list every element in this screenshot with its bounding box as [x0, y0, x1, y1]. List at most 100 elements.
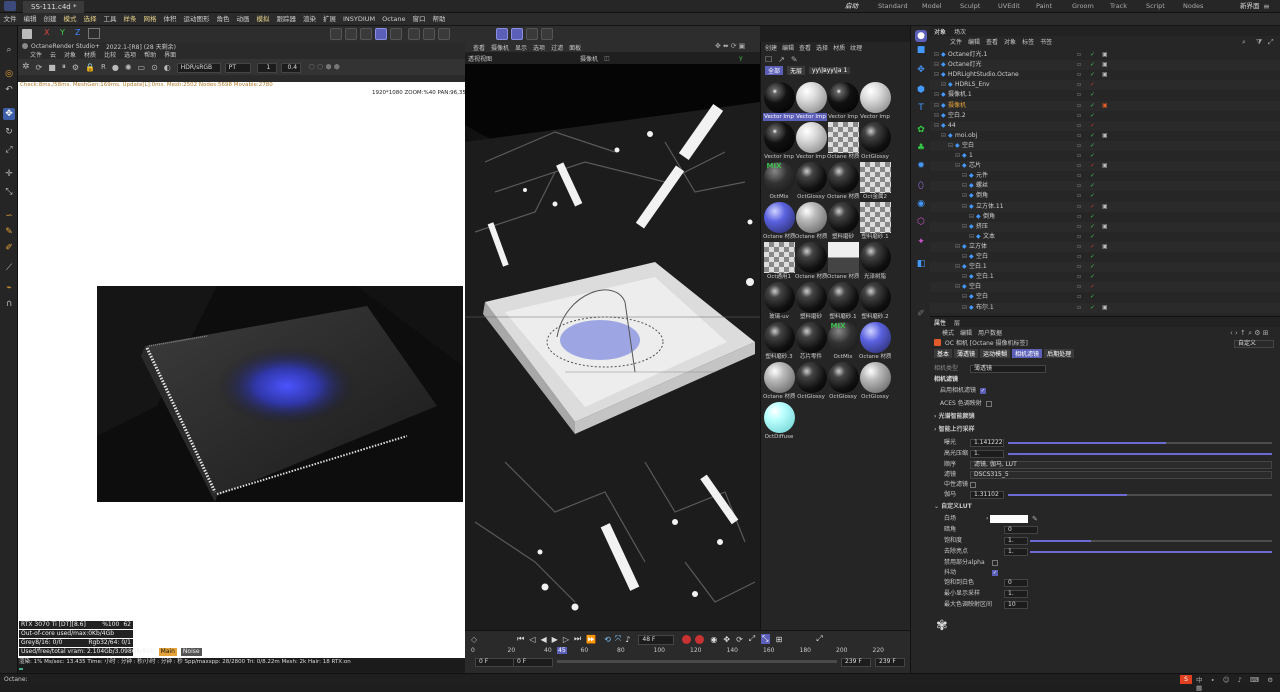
object-menu-item[interactable]: 文件 — [950, 37, 962, 46]
object-tab[interactable]: 场次 — [954, 27, 966, 36]
extra-tools-icon[interactable]: ⬡ ⬡ ⬢ ⬢ — [309, 63, 340, 71]
attribute-tab[interactable]: 层 — [954, 318, 960, 327]
object-row[interactable]: ⊟ ◆ 立方体 ▫ ✓ ▣ — [930, 241, 1280, 252]
enable-check-icon[interactable]: ✓ — [1090, 202, 1095, 212]
object-menu-item[interactable]: 书签 — [1040, 37, 1052, 46]
viewport-menu-item[interactable]: 显示 — [515, 43, 527, 52]
layout-menu-icon[interactable]: ≡ — [1263, 2, 1270, 11]
expand-icon[interactable]: ⊟ — [969, 232, 974, 242]
preset-select[interactable]: 自定义 — [1234, 339, 1274, 348]
attribute-subtab[interactable]: 后期处理 — [1044, 349, 1075, 358]
menu-item[interactable]: 创建 — [40, 13, 60, 26]
timeline-ruler[interactable]: 0 20 40 60 80 100 120 140 160 180 200 220 45 — [465, 647, 910, 657]
autokey-icon[interactable] — [695, 634, 705, 644]
layout-tab[interactable]: Standard — [878, 0, 908, 13]
enable-check-icon[interactable]: ✓ — [1090, 171, 1095, 181]
material-swatch[interactable]: 塑料磨砂 — [827, 202, 859, 242]
visibility-dots[interactable]: ▫ — [1077, 111, 1081, 121]
pen-tool-icon[interactable]: ✐ — [915, 308, 927, 320]
pointer-icon[interactable]: ↗ — [778, 55, 785, 64]
max-tonemap-field[interactable]: 10 — [1004, 601, 1028, 609]
live-select-icon[interactable]: ◎ — [3, 68, 15, 80]
octane-menu-item[interactable]: 文件 — [30, 50, 42, 59]
brush-icon[interactable]: ✎ — [3, 226, 15, 238]
visibility-dots[interactable]: ▫ — [1077, 131, 1081, 141]
enable-check-icon[interactable]: ✓ — [1090, 131, 1095, 141]
go-end-icon[interactable]: ⏩ — [586, 635, 596, 644]
view-nav-icons[interactable]: ✥⬌⟳▣ — [715, 42, 747, 50]
expand-icon[interactable]: ⊟ — [934, 70, 939, 80]
object-row[interactable]: ⊟ ◆ HDRLightStudio.Octane ▫ ✓ ▣ — [930, 70, 1280, 80]
material-swatch[interactable]: Octane 材质 — [795, 242, 827, 282]
gear-tool-icon[interactable]: ✹ — [915, 160, 927, 172]
render-picture-icon[interactable] — [360, 28, 372, 40]
symmetry-icon[interactable] — [541, 28, 553, 40]
menu-item[interactable]: 样条 — [120, 13, 140, 26]
pla-key-icon[interactable]: ⊞ — [776, 635, 783, 644]
material-swatch[interactable]: OctGlossy — [795, 162, 827, 202]
group-row-1[interactable]: › 光谱智能颜镜 — [934, 412, 1274, 422]
material-menu-item[interactable]: 查看 — [799, 43, 811, 52]
knife-icon[interactable]: ∽ — [3, 210, 15, 222]
expand-icon[interactable]: ⊟ — [948, 141, 953, 151]
menu-item[interactable]: 编辑 — [20, 13, 40, 26]
menu-item[interactable]: 运动图形 — [180, 13, 213, 26]
camera-icon[interactable]: ◫ — [604, 55, 610, 62]
cube-primitive-icon[interactable]: ■ — [915, 44, 927, 56]
tag-icon[interactable]: ▣ — [1102, 242, 1108, 252]
visibility-dots[interactable]: ▫ — [1077, 303, 1081, 313]
saturation-field[interactable]: 1. — [1004, 537, 1028, 545]
material-swatch[interactable]: MIX OctMix — [763, 162, 795, 202]
start-frame-field-2[interactable]: 0 F — [513, 658, 553, 667]
material-swatch[interactable]: 光泽树脂 — [859, 242, 891, 282]
material-swatch[interactable]: 塑料磨砂.3 — [763, 322, 795, 362]
undo-icon[interactable]: ↶ — [3, 84, 15, 96]
visibility-dots[interactable]: ▫ — [1077, 70, 1081, 80]
clay-icon[interactable]: ● — [112, 63, 119, 72]
expand-icon[interactable]: ⊟ — [962, 202, 967, 212]
document-tab[interactable]: SS-111.c4d * — [23, 1, 85, 13]
attr-nav-icons[interactable]: ‹ › ↑ ⌕ ⚙ ⊞ — [1230, 329, 1269, 338]
menu-item[interactable]: 扩展 — [320, 13, 340, 26]
material-swatch[interactable]: 玻璃-uv — [763, 282, 795, 322]
object-row[interactable]: ⊟ ◆ 空白.1 ▫ ✓ — [930, 262, 1280, 273]
material-filter[interactable]: 全部 — [765, 66, 784, 75]
attribute-menu-item[interactable]: 编辑 — [960, 328, 972, 337]
new-layout-button[interactable]: 新界面 — [1240, 0, 1260, 13]
enable-check-icon[interactable]: ✓ — [1090, 191, 1095, 201]
tag-icon[interactable]: ▣ — [1102, 101, 1108, 111]
range-bar[interactable] — [557, 660, 837, 663]
object-row[interactable]: ⊟ ◆ 空白.1 ▫ ✓ — [930, 272, 1280, 282]
menu-item[interactable]: 体积 — [160, 13, 180, 26]
expand-icon[interactable]: ⊟ — [955, 262, 960, 272]
material-swatch[interactable]: OctGlossy — [827, 362, 859, 402]
material-swatch[interactable]: Vector Imp — [763, 122, 795, 162]
enable-check-icon[interactable]: ✓ — [1090, 60, 1095, 70]
object-search-icon[interactable]: ⌕ — [1242, 38, 1246, 47]
enable-check-icon[interactable]: ✓ — [1090, 111, 1095, 121]
param-key-icon[interactable]: ⤡ — [761, 634, 770, 644]
visibility-dots[interactable]: ▫ — [1077, 282, 1081, 292]
material-swatch[interactable]: Octane 材质 — [827, 122, 859, 162]
expand-icon[interactable]: ⊟ — [962, 303, 967, 313]
object-row[interactable]: ⊟ ◆ Octane灯光 ▫ ✓ ▣ — [930, 60, 1280, 71]
field-icon[interactable]: ⬯ — [915, 180, 927, 192]
enable-check-icon[interactable]: ✓ — [1090, 70, 1095, 80]
menu-item[interactable]: 角色 — [213, 13, 233, 26]
ime-icon[interactable]: S — [1180, 675, 1192, 684]
material-menu-item[interactable]: 纹理 — [850, 43, 862, 52]
range-icon[interactable]: ⤧ — [615, 634, 621, 644]
object-row[interactable]: ⊟ ◆ 文本 ▫ ✓ — [930, 232, 1280, 242]
visibility-dots[interactable]: ▫ — [1077, 272, 1081, 282]
play-icon[interactable]: ▶ — [552, 635, 558, 644]
key-options-icon[interactable]: ◉ — [710, 635, 717, 644]
visibility-dots[interactable]: ▫ — [1077, 90, 1081, 100]
object-row[interactable]: ⊟ ◆ 布尔.1 ▫ ✓ ▣ — [930, 302, 1280, 313]
bend-icon[interactable] — [408, 28, 420, 40]
fill-icon[interactable]: ◐ — [164, 63, 171, 72]
object-row[interactable]: ⊟ ◆ 挤压 ▫ ✓ ▣ — [930, 221, 1280, 232]
menu-item[interactable]: 网格 — [140, 13, 160, 26]
expand-icon[interactable]: ⊟ — [962, 191, 967, 201]
menu-item[interactable]: Octane — [379, 13, 409, 26]
object-row[interactable]: ⊟ ◆ 螺丝 ▫ ✓ — [930, 181, 1280, 192]
